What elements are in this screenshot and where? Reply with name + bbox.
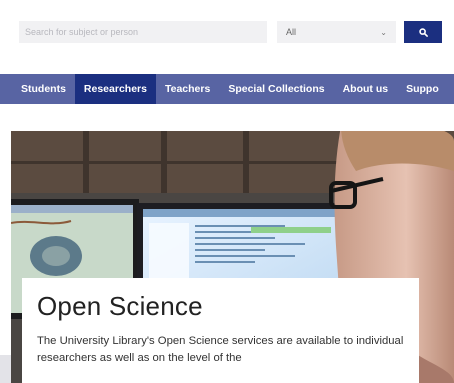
chevron-down-icon: ⌄ <box>380 27 387 37</box>
hero-description: The University Library's Open Science se… <box>37 335 404 364</box>
search-icon <box>418 27 428 37</box>
nav-edge <box>0 74 12 104</box>
search-scope-value: All <box>286 27 297 37</box>
nav-item-support[interactable]: Suppo <box>397 74 448 104</box>
search-input[interactable] <box>19 21 267 43</box>
nav-item-researchers[interactable]: Researchers <box>74 74 156 104</box>
search-scope-select[interactable]: All ⌄ <box>277 21 396 43</box>
main-navigation: Students Researchers Teachers Special Co… <box>0 74 454 104</box>
nav-item-teachers[interactable]: Teachers <box>156 74 219 104</box>
nav-item-students[interactable]: Students <box>12 74 75 104</box>
side-strip <box>0 355 11 383</box>
nav-item-special-collections[interactable]: Special Collections <box>219 74 333 104</box>
search-button[interactable] <box>404 21 442 43</box>
page-title: Open Science <box>37 291 203 321</box>
hero-content-card: Open Science The University Library's Op… <box>22 278 419 383</box>
nav-item-about-us[interactable]: About us <box>334 74 398 104</box>
header-bar: All ⌄ <box>0 0 454 62</box>
